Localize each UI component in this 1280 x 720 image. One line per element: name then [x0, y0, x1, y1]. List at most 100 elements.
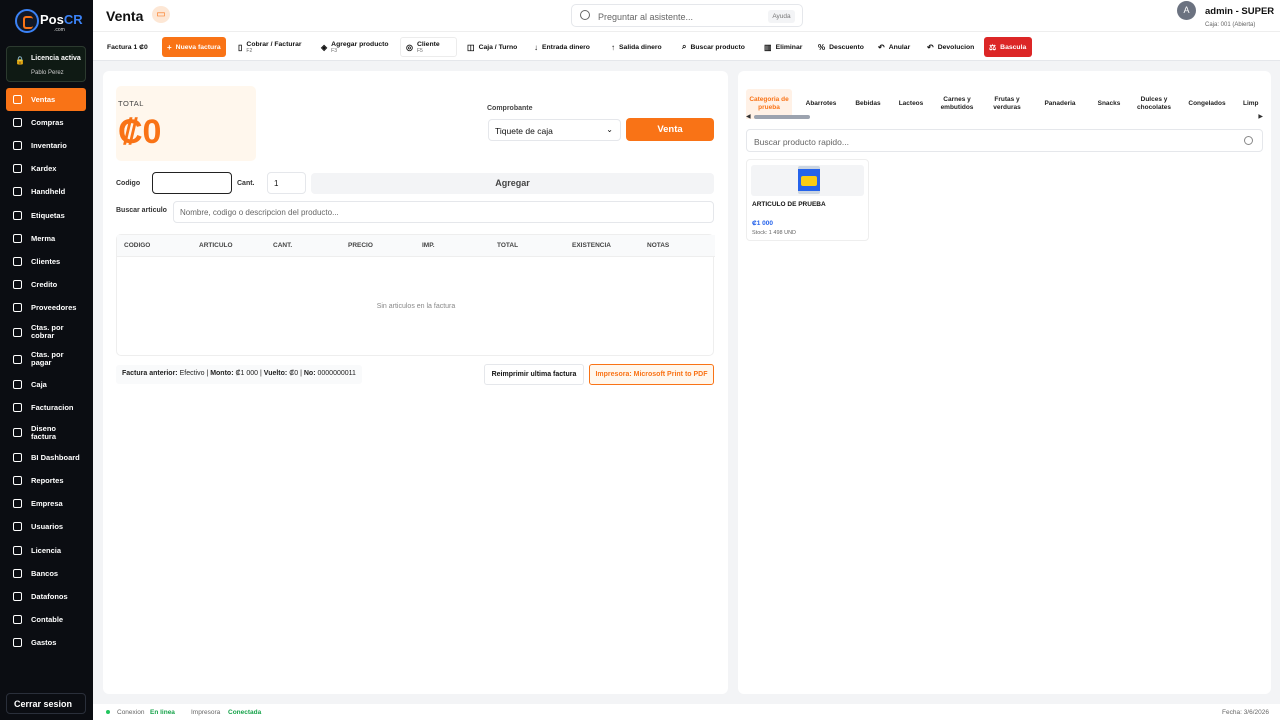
sidebar-item-ventas[interactable]: Ventas — [6, 88, 86, 112]
search-icon: ⌕ — [682, 42, 687, 51]
printer-button[interactable]: Impresora: Microsoft Print to PDF — [589, 364, 714, 385]
column-header[interactable]: IMP. — [422, 242, 435, 249]
sidebar-item-empresa[interactable]: Empresa — [6, 492, 86, 515]
sidebar-item-merma[interactable]: Merma — [6, 227, 86, 250]
column-header[interactable]: NOTAS — [647, 242, 669, 249]
sidebar-item-handheld[interactable]: Handheld — [6, 180, 86, 203]
sidebar-item-gastos[interactable]: Gastos — [6, 631, 86, 654]
cash-out-button[interactable]: ↑ Salida dinero — [606, 37, 672, 57]
help-badge[interactable]: Ayuda — [768, 10, 795, 23]
quick-search[interactable]: Buscar producto rapido... — [746, 129, 1263, 152]
code-input[interactable] — [152, 172, 232, 194]
terminal-icon — [13, 591, 22, 601]
void-button[interactable]: ↶ Anular — [873, 37, 917, 57]
sidebar-item-diseno-factura[interactable]: Diseno factura — [6, 419, 86, 446]
new-invoice-button[interactable]: + Nueva factura — [162, 37, 226, 57]
logout-button[interactable]: Cerrar sesion — [6, 693, 86, 714]
scale-button[interactable]: ⚖ Bascula — [984, 37, 1032, 57]
sidebar-item-inventario[interactable]: Inventario — [6, 134, 86, 157]
column-header[interactable]: CANT. — [273, 242, 292, 249]
sale-panel: TOTAL ₡0 Comprobante Tiquete de caja ⌄ V… — [103, 71, 728, 694]
sidebar-item-label: Contable — [31, 614, 64, 624]
receipt-icon: ▯ — [238, 42, 243, 52]
sidebar-item-credito[interactable]: Credito — [6, 273, 86, 296]
scroll-thumb[interactable] — [754, 115, 810, 119]
sidebar-item-label: Kardex — [31, 164, 57, 174]
qty-input[interactable]: 1 — [267, 172, 306, 194]
new-invoice-label: Nueva factura — [175, 43, 221, 51]
sidebar-item-licencia[interactable]: Licencia — [6, 539, 86, 562]
change-label: Vuelto: — [263, 370, 288, 377]
column-header[interactable]: CODIGO — [124, 242, 150, 249]
number-value: 0000000011 — [317, 370, 356, 377]
sidebar-item-contable[interactable]: Contable — [6, 608, 86, 631]
discount-button[interactable]: % Descuento — [813, 37, 869, 57]
add-product-button[interactable]: ◈ Agregar producto F3 — [316, 37, 396, 57]
sell-button[interactable]: Venta — [626, 118, 714, 141]
product-card[interactable]: ARTICULO DE PRUEBA ₡1 000 Stock: 1 498 U… — [746, 159, 869, 241]
column-header[interactable]: ARTICULO — [199, 242, 233, 249]
status-bar: Conexion En linea Impresora Conectada Fe… — [93, 704, 1280, 720]
sidebar-item-facturacion[interactable]: Facturacion — [6, 396, 86, 419]
column-header[interactable]: PRECIO — [348, 242, 373, 249]
sidebar-item-proveedores[interactable]: Proveedores — [6, 296, 86, 319]
sidebar-item-kardex[interactable]: Kardex — [6, 157, 86, 180]
charge-button[interactable]: ▯ Cobrar / Facturar F2 — [233, 37, 311, 57]
cash-in-button[interactable]: ↓ Entrada dinero — [529, 37, 601, 57]
search-article-input[interactable]: Nombre, codigo o descripcion del product… — [173, 201, 714, 223]
sidebar-item-label: Etiquetas — [31, 210, 65, 220]
assistant-search[interactable]: Preguntar al asistente... Ayuda — [571, 4, 803, 27]
search-product-button[interactable]: ⌕ Buscar producto — [677, 37, 755, 57]
scale-label: Bascula — [1000, 43, 1027, 51]
search-article-label: Buscar articulo — [116, 207, 167, 214]
ledger-icon — [13, 614, 22, 624]
sidebar: PosCR .com 🔒 Licencia activa Pablo Perez… — [0, 0, 93, 720]
sidebar-item-caja[interactable]: Caja — [6, 373, 86, 396]
reprint-button[interactable]: Reimprimir ultima factura — [484, 364, 584, 385]
sidebar-item-label: Ventas — [31, 95, 56, 105]
column-header[interactable]: TOTAL — [497, 242, 518, 249]
sidebar-item-bi-dashboard[interactable]: BI Dashboard — [6, 446, 86, 469]
can-icon — [798, 166, 820, 194]
sidebar-item-compras[interactable]: Compras — [6, 111, 86, 134]
current-invoice[interactable]: Factura 1 ₡0 — [102, 37, 162, 57]
qty-label: Cant. — [237, 180, 255, 187]
sidebar-item-bancos[interactable]: Bancos — [6, 562, 86, 585]
client-label: Cliente — [416, 40, 440, 48]
prev-method: Efectivo — [179, 370, 205, 377]
quick-search-placeholder: Buscar producto rapido... — [754, 137, 849, 147]
sidebar-item-usuarios[interactable]: Usuarios — [6, 515, 86, 538]
avatar[interactable]: A — [1177, 1, 1196, 20]
logo-mark-icon — [15, 9, 39, 33]
sidebar-item-reportes[interactable]: Reportes — [6, 469, 86, 492]
return-button[interactable]: ↶ Devolucion — [922, 37, 982, 57]
folder-icon[interactable]: ▭ — [152, 6, 170, 23]
user-icon: ◎ — [406, 42, 413, 52]
sidebar-item-ctas-por-cobrar[interactable]: Ctas. por cobrar — [6, 319, 86, 346]
sidebar-item-label: Usuarios — [31, 522, 64, 532]
previous-invoice: Factura anterior: Efectivo | Monto: ₡1 0… — [116, 365, 362, 384]
scroll-right-icon[interactable]: ▶ — [1258, 113, 1263, 120]
scroll-left-icon[interactable]: ◀ — [746, 113, 751, 120]
trash-icon: ▥ — [764, 42, 772, 52]
return-label: Devolucion — [937, 43, 975, 51]
category-scrollbar[interactable]: ◀ ▶ — [746, 113, 1263, 120]
sidebar-item-clientes[interactable]: Clientes — [6, 250, 86, 273]
delete-button[interactable]: ▥ Eliminar — [759, 37, 809, 57]
cash-shift-button[interactable]: ◫ Caja / Turno — [462, 37, 524, 57]
sidebar-item-ctas-por-pagar[interactable]: Ctas. por pagar — [6, 346, 86, 373]
sidebar-item-label: Merma — [31, 233, 56, 243]
percent-icon: % — [818, 42, 826, 52]
poscr-logo[interactable]: PosCR .com — [15, 8, 83, 34]
sidebar-item-datafonos[interactable]: Datafonos — [6, 585, 86, 608]
toolbar: Factura 1 ₡0 + Nueva factura ▯ Cobrar / Fa… — [93, 31, 1280, 61]
client-button[interactable]: ◎ Cliente F5 — [400, 37, 457, 57]
discount-label: Descuento — [829, 43, 864, 51]
sidebar-item-label: Licencia — [31, 545, 62, 555]
cart-icon — [13, 95, 22, 105]
add-button[interactable]: Agregar — [311, 173, 714, 194]
sidebar-item-etiquetas[interactable]: Etiquetas — [6, 203, 86, 226]
column-header[interactable]: EXISTENCIA — [572, 242, 611, 249]
receipt-type-select[interactable]: Tiquete de caja ⌄ — [488, 119, 621, 141]
sidebar-item-label: Proveedores — [31, 302, 77, 312]
